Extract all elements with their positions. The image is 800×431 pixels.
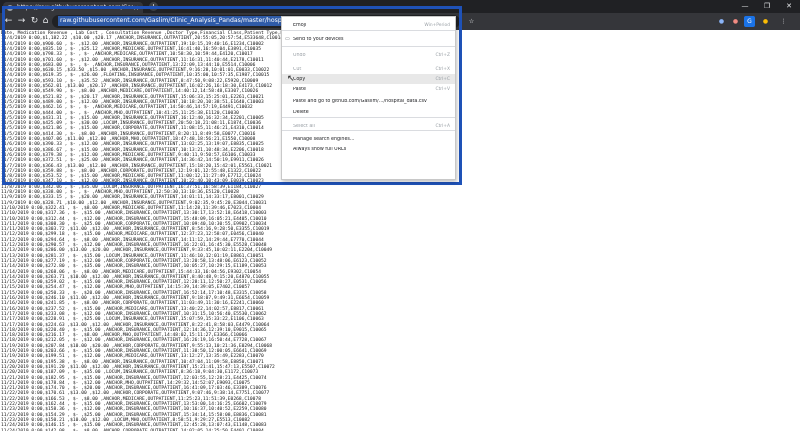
- context-menu-item-shortcut: Win+Period: [424, 22, 450, 28]
- send-to-devices-icon: ▭: [285, 36, 290, 42]
- context-menu-item[interactable]: Emoji Win+Period: [282, 20, 455, 30]
- context-menu-separator: [282, 117, 455, 118]
- context-menu-item-label: Copy: [293, 76, 306, 82]
- context-menu-item-label: Select all: [293, 123, 315, 129]
- context-menu-item-label: Manage search engines...: [293, 136, 355, 142]
- context-menu-item-label: Emoji: [293, 22, 307, 28]
- context-menu-item-shortcut: Ctrl+V: [435, 86, 451, 92]
- context-menu-item-shortcut: Ctrl+X: [435, 66, 451, 72]
- minimize-button[interactable]: —: [734, 0, 756, 13]
- context-menu-item-shortcut: Ctrl+Z: [435, 52, 451, 58]
- context-menu-item-label: Paste and go to github.com/Gaslim/…/hosp…: [293, 98, 427, 104]
- close-window-button[interactable]: ✕: [778, 0, 800, 13]
- extension-icon[interactable]: ●: [716, 16, 727, 27]
- context-menu-item[interactable]: Cut Ctrl+X: [282, 64, 455, 74]
- extension-g-icon[interactable]: G: [744, 16, 755, 27]
- profile-avatar-icon[interactable]: ●: [760, 16, 771, 27]
- maximize-button[interactable]: ❐: [756, 0, 778, 13]
- context-menu-item-label: Paste: [293, 86, 306, 92]
- context-menu-item[interactable]: Manage search engines...: [282, 134, 455, 144]
- context-menu-item[interactable]: ▭ Send to your devices: [282, 34, 455, 44]
- context-menu: Emoji Win+Period ▭ Send to your devices Undo…: [281, 16, 456, 180]
- context-menu-separator: [282, 30, 455, 31]
- mouse-cursor-icon: ↖: [287, 74, 295, 84]
- bookmark-star-icon[interactable]: ☆: [466, 16, 477, 27]
- context-menu-item-label: Cut: [293, 66, 302, 72]
- context-menu-item[interactable]: Paste Ctrl+V: [282, 84, 455, 94]
- extension-icon[interactable]: ●: [730, 16, 741, 27]
- context-menu-item-label: Delete: [293, 109, 309, 115]
- menu-kebab-icon[interactable]: ⋮: [778, 16, 789, 27]
- context-menu-separator: [282, 46, 455, 47]
- context-menu-item-label: Send to your devices: [293, 36, 344, 42]
- context-menu-item-label: Undo: [293, 52, 306, 58]
- context-menu-item[interactable]: Copy Ctrl+C: [282, 74, 455, 84]
- context-menu-item[interactable]: Undo Ctrl+Z: [282, 50, 455, 60]
- context-menu-item-shortcut: Ctrl+C: [435, 76, 450, 82]
- context-menu-separator: [282, 130, 455, 131]
- context-menu-item-shortcut: Ctrl+A: [435, 123, 451, 129]
- context-menu-item-label: Always show full URLs: [293, 146, 347, 152]
- context-menu-item[interactable]: Paste and go to github.com/Gaslim/…/hosp…: [282, 96, 455, 106]
- window-controls: — ❐ ✕: [734, 0, 800, 13]
- context-menu-item[interactable]: Always show full URLs: [282, 144, 455, 154]
- context-menu-item[interactable]: Delete: [282, 107, 455, 117]
